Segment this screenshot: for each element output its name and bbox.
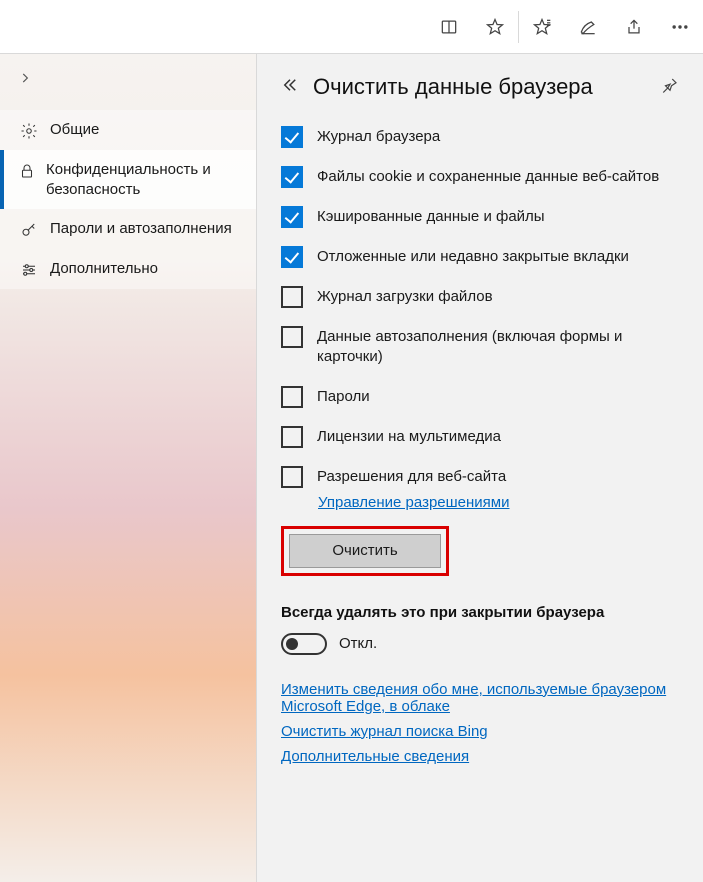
check-row-cache: Кэшированные данные и файлы [281,206,679,228]
check-label: Пароли [317,386,370,407]
sidebar-item-label: Пароли и автозаполнения [40,219,232,239]
checkbox[interactable] [281,466,303,488]
link-cloud-data[interactable]: Изменить сведения обо мне, используемые … [281,681,679,715]
check-label: Разрешения для веб-сайта [317,466,506,487]
sidebar-item-advanced[interactable]: Дополнительно [0,249,256,289]
check-label: Журнал браузера [317,126,440,147]
check-label: Журнал загрузки файлов [317,286,493,307]
checkbox[interactable] [281,166,303,188]
check-label: Кэшированные данные и файлы [317,206,545,227]
panel-title: Очистить данные браузера [313,74,661,100]
back-icon[interactable] [281,76,299,99]
check-label: Отложенные или недавно закрытые вкладки [317,246,629,267]
window-toolbar [0,0,703,54]
check-row-media: Лицензии на мультимедиа [281,426,679,448]
lock-icon [18,160,36,180]
checkbox[interactable] [281,386,303,408]
favorite-star-icon[interactable] [472,0,518,54]
share-icon[interactable] [611,0,657,54]
key-icon [18,219,40,239]
sidebar-item-general[interactable]: Общие [0,110,256,150]
sidebar-item-label: Конфиденциальность и безопасность [36,160,244,199]
sidebar-item-label: Общие [40,120,99,140]
chevron-right-icon[interactable] [18,71,32,90]
clear-button-highlight: Очистить [281,526,449,576]
ink-note-icon[interactable] [565,0,611,54]
sidebar-item-label: Дополнительно [40,259,158,279]
pin-icon[interactable] [661,76,679,99]
checkbox[interactable] [281,246,303,268]
check-row-cookies: Файлы cookie и сохраненные данные веб-са… [281,166,679,188]
toggle-label: Откл. [339,635,377,652]
check-row-passwords: Пароли [281,386,679,408]
more-icon[interactable] [657,0,703,54]
panel-header: Очистить данные браузера [281,74,679,100]
check-label: Данные автозаполнения (включая формы и к… [317,326,679,368]
clear-button[interactable]: Очистить [289,534,441,568]
checkbox[interactable] [281,286,303,308]
sidebar-header [0,54,256,106]
reading-view-icon[interactable] [426,0,472,54]
sidebar-item-passwords[interactable]: Пароли и автозаполнения [0,209,256,249]
settings-sidebar: Общие Конфиденциальность и безопасность … [0,54,257,882]
manage-permissions-link[interactable]: Управление разрешениями [318,494,509,511]
check-row-permissions: Разрешения для веб-сайта [281,466,679,488]
check-row-downloads: Журнал загрузки файлов [281,286,679,308]
toggle-switch[interactable] [281,633,327,655]
sliders-icon [18,259,40,279]
check-label: Лицензии на мультимедиа [317,426,501,447]
always-clear-heading: Всегда удалять это при закрытии браузера [281,604,679,621]
check-row-tabs: Отложенные или недавно закрытые вкладки [281,246,679,268]
link-learn-more[interactable]: Дополнительные сведения [281,748,469,765]
checkbox[interactable] [281,206,303,228]
check-row-autofill: Данные автозаполнения (включая формы и к… [281,326,679,368]
check-row-history: Журнал браузера [281,126,679,148]
always-clear-toggle-row: Откл. [281,633,679,655]
checkbox[interactable] [281,326,303,348]
link-bing-history[interactable]: Очистить журнал поиска Bing [281,723,488,740]
check-label: Файлы cookie и сохраненные данные веб-са… [317,166,659,187]
sidebar-item-privacy[interactable]: Конфиденциальность и безопасность [0,150,256,209]
checkbox[interactable] [281,126,303,148]
checkbox[interactable] [281,426,303,448]
favorites-list-icon[interactable] [519,0,565,54]
gear-icon [18,120,40,140]
clear-data-panel: Очистить данные браузера Журнал браузера… [257,54,703,882]
